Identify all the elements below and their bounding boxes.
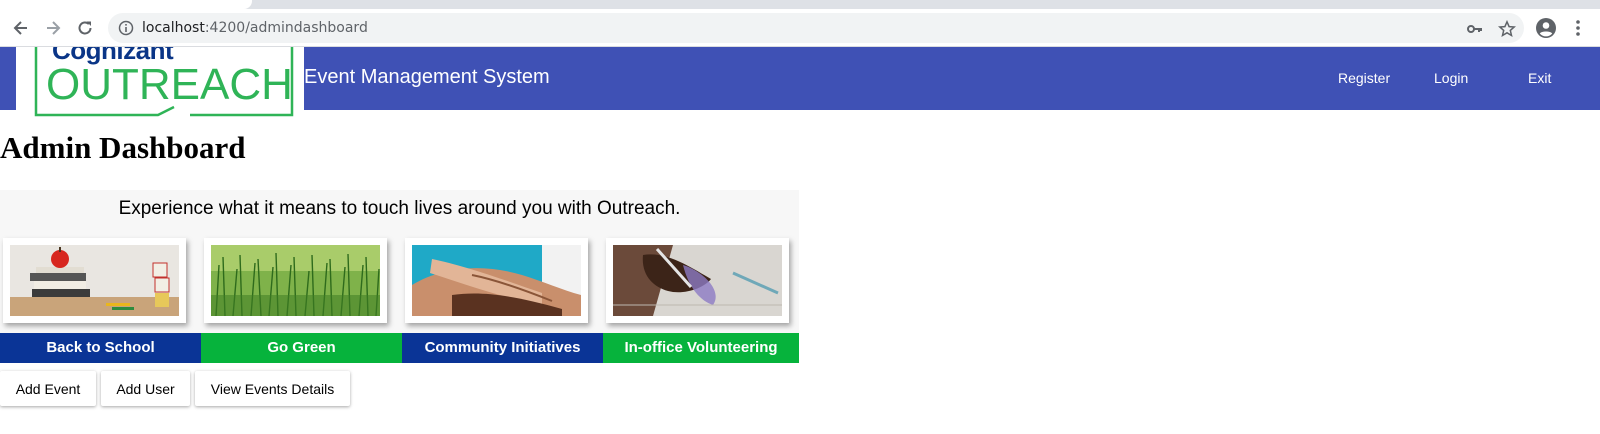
key-icon[interactable] (1466, 20, 1484, 38)
category-go-green[interactable]: Go Green (201, 333, 402, 363)
add-event-button[interactable]: Add Event (0, 371, 96, 406)
browser-tabstrip (0, 0, 1600, 9)
profile-avatar-icon[interactable] (1536, 18, 1556, 38)
go-green-image[interactable] (204, 238, 387, 323)
in-office-volunteering-image[interactable] (606, 238, 789, 323)
reload-icon[interactable] (74, 17, 96, 39)
info-icon[interactable] (118, 20, 134, 36)
register-link[interactable]: Register (1338, 70, 1390, 86)
exit-link[interactable]: Exit (1528, 70, 1551, 86)
category-community-initiatives[interactable]: Community Initiatives (402, 333, 603, 363)
logo-word-text: OUTREACH (46, 60, 293, 109)
add-user-button[interactable]: Add User (101, 371, 190, 406)
browser-toolbar: localhost:4200/admindashboard (0, 9, 1600, 47)
app-title: Event Management System (304, 66, 550, 88)
view-events-details-button[interactable]: View Events Details (195, 371, 350, 406)
back-arrow-icon[interactable] (10, 17, 32, 39)
forward-arrow-icon[interactable] (42, 17, 64, 39)
outreach-logo[interactable]: Cognizant OUTREACH (16, 47, 304, 124)
url-text[interactable]: localhost:4200/admindashboard (142, 20, 368, 36)
login-link[interactable]: Login (1434, 70, 1468, 86)
back-to-school-image[interactable] (3, 238, 186, 323)
address-bar[interactable]: localhost:4200/admindashboard (108, 13, 1524, 43)
star-icon[interactable] (1497, 19, 1517, 38)
page-title: Admin Dashboard (0, 130, 246, 165)
banner-tagline: Experience what it means to touch lives … (118, 198, 681, 219)
community-initiatives-image[interactable] (405, 238, 588, 323)
browser-menu-icon[interactable] (1572, 18, 1584, 38)
category-in-office-volunteering[interactable]: In-office Volunteering (603, 333, 799, 363)
category-back-to-school[interactable]: Back to School (0, 333, 201, 363)
browser-tab[interactable] (0, 0, 252, 9)
